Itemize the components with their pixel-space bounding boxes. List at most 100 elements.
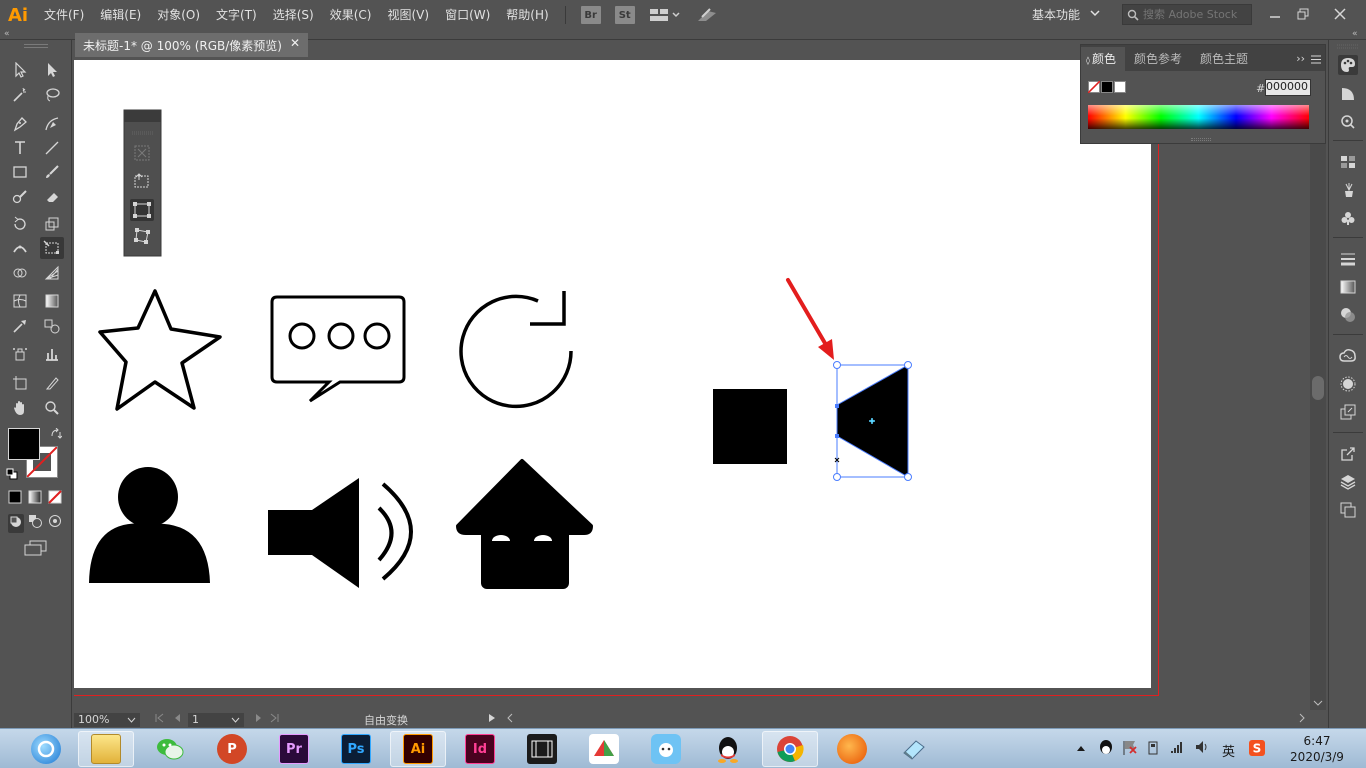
menu-select[interactable]: 选择(S) xyxy=(265,0,322,30)
tab-color[interactable]: ◊ 颜色 xyxy=(1081,47,1125,71)
taskbar-chrome[interactable] xyxy=(762,731,818,767)
gradient-mode-icon[interactable] xyxy=(28,490,42,507)
none-mode-icon[interactable] xyxy=(48,490,62,507)
search-input[interactable] xyxy=(1143,8,1247,21)
draw-normal-icon[interactable] xyxy=(8,514,24,533)
paintbrush-tool-icon[interactable] xyxy=(40,161,64,183)
blend-tool-icon[interactable] xyxy=(40,315,64,337)
screen-mode-icon[interactable] xyxy=(24,540,48,559)
last-artboard-icon[interactable] xyxy=(270,713,280,726)
taskbar-powerpoint[interactable]: P xyxy=(204,731,260,767)
system-clock[interactable]: 6:47 2020/3/9 xyxy=(1282,733,1352,765)
panel-menu-icon[interactable] xyxy=(1311,47,1321,71)
refresh-shape[interactable] xyxy=(459,291,573,409)
creative-cloud-libraries-icon[interactable] xyxy=(1338,346,1358,366)
panel-expand-icon[interactable]: ›› xyxy=(1296,47,1305,71)
adobe-stock-search[interactable] xyxy=(1122,4,1252,25)
tab-color-guide[interactable]: 颜色参考 xyxy=(1125,47,1191,71)
scroll-down-icon[interactable] xyxy=(1313,696,1323,710)
symbol-sprayer-tool-icon[interactable] xyxy=(8,343,32,365)
sogou-input-icon[interactable]: S xyxy=(1248,739,1266,760)
menu-window[interactable]: 窗口(W) xyxy=(437,0,498,30)
vertical-scrollbar[interactable] xyxy=(1310,60,1326,710)
next-artboard-icon[interactable] xyxy=(254,713,264,726)
menu-type[interactable]: 文字(T) xyxy=(208,0,265,30)
taskbar-fox-app[interactable] xyxy=(824,731,880,767)
white-swatch[interactable] xyxy=(1114,81,1126,93)
tab-color-themes[interactable]: 颜色主题 xyxy=(1191,47,1257,71)
restore-button[interactable] xyxy=(1290,3,1316,25)
none-swatch[interactable] xyxy=(1087,80,1101,96)
gradient-panel-icon[interactable] xyxy=(1338,277,1358,297)
stroke-panel-icon[interactable] xyxy=(1338,249,1358,269)
direct-selection-tool-icon[interactable] xyxy=(40,59,64,81)
type-tool-icon[interactable] xyxy=(8,137,32,159)
artboards-icon[interactable] xyxy=(1338,500,1358,520)
layers-icon[interactable] xyxy=(1338,472,1358,492)
perspective-distort-icon[interactable] xyxy=(130,199,154,221)
color-themes-icon[interactable] xyxy=(1338,112,1358,132)
fill-swatch[interactable] xyxy=(8,428,40,460)
default-fill-stroke-icon[interactable] xyxy=(6,468,18,483)
signal-icon[interactable] xyxy=(1170,739,1186,758)
scale-tool-icon[interactable] xyxy=(40,213,64,235)
artboard-number-select[interactable]: 1 xyxy=(188,712,244,727)
free-transform-tool-icon[interactable] xyxy=(40,237,64,259)
collapse-panel-icon[interactable]: « xyxy=(1352,29,1358,39)
close-icon[interactable]: ✕ xyxy=(290,36,300,50)
scroll-left-icon[interactable] xyxy=(506,713,514,726)
taskbar-qq[interactable] xyxy=(700,731,756,767)
lasso-tool-icon[interactable] xyxy=(40,84,64,106)
mesh-tool-icon[interactable] xyxy=(8,290,32,312)
rectangle-tool-icon[interactable] xyxy=(8,161,32,183)
taskbar-360-browser[interactable] xyxy=(18,731,74,767)
eraser-tool-icon[interactable] xyxy=(40,186,64,208)
bridge-button[interactable]: Br xyxy=(580,6,601,24)
zoom-tool-icon[interactable] xyxy=(40,397,64,419)
eyedropper-tool-icon[interactable] xyxy=(8,315,32,337)
rotate-tool-icon[interactable] xyxy=(8,213,32,235)
brushes-icon[interactable] xyxy=(1338,180,1358,200)
taskbar-video-editor[interactable] xyxy=(514,731,570,767)
vertical-scroll-thumb[interactable] xyxy=(1312,376,1324,400)
taskbar-wechat[interactable] xyxy=(142,731,198,767)
square-shape[interactable] xyxy=(713,389,787,464)
menu-effect[interactable]: 效果(C) xyxy=(322,0,380,30)
width-tool-icon[interactable] xyxy=(8,237,32,259)
status-menu-icon[interactable] xyxy=(488,713,496,726)
column-graph-tool-icon[interactable] xyxy=(40,343,64,365)
tray-expand-icon[interactable] xyxy=(1076,741,1086,755)
star-shape[interactable] xyxy=(98,289,222,411)
symbols-icon[interactable] xyxy=(1338,208,1358,228)
chat-bubble-shape[interactable] xyxy=(270,295,406,403)
curvature-tool-icon[interactable] xyxy=(40,113,64,135)
taskbar-indesign[interactable]: Id xyxy=(452,731,508,767)
black-swatch[interactable] xyxy=(1101,81,1113,93)
flag-tray-icon[interactable] xyxy=(1122,739,1138,760)
menu-help[interactable]: 帮助(H) xyxy=(498,0,556,30)
line-segment-tool-icon[interactable] xyxy=(40,137,64,159)
shaper-tool-icon[interactable] xyxy=(8,186,32,208)
taskbar-umbrella-app[interactable] xyxy=(576,731,632,767)
taskbar-illustrator[interactable]: Ai xyxy=(390,731,446,767)
menu-edit[interactable]: 编辑(E) xyxy=(92,0,149,30)
hex-value-field[interactable]: 000000 xyxy=(1265,79,1311,96)
color-mode-icon[interactable] xyxy=(8,490,22,507)
color-guide-icon[interactable] xyxy=(1338,84,1358,104)
transparency-icon[interactable] xyxy=(1338,305,1358,325)
speaker-shape[interactable] xyxy=(268,478,413,588)
taskbar-photoshop[interactable]: Ps xyxy=(328,731,384,767)
panel-resize-handle[interactable] xyxy=(1191,138,1211,141)
stock-button[interactable]: St xyxy=(614,6,635,24)
artboard-tool-icon[interactable] xyxy=(8,372,32,394)
first-artboard-icon[interactable] xyxy=(154,713,164,726)
menu-view[interactable]: 视图(V) xyxy=(379,0,437,30)
appearance-icon[interactable] xyxy=(1338,374,1358,394)
taskbar-cartoon-app[interactable] xyxy=(638,731,694,767)
draw-inside-icon[interactable] xyxy=(48,514,62,531)
close-button[interactable] xyxy=(1327,3,1353,25)
swap-fill-stroke-icon[interactable] xyxy=(50,427,63,443)
collapse-panel-icon[interactable]: « xyxy=(4,29,10,39)
previous-artboard-icon[interactable] xyxy=(172,713,182,726)
draw-behind-icon[interactable] xyxy=(28,514,42,531)
